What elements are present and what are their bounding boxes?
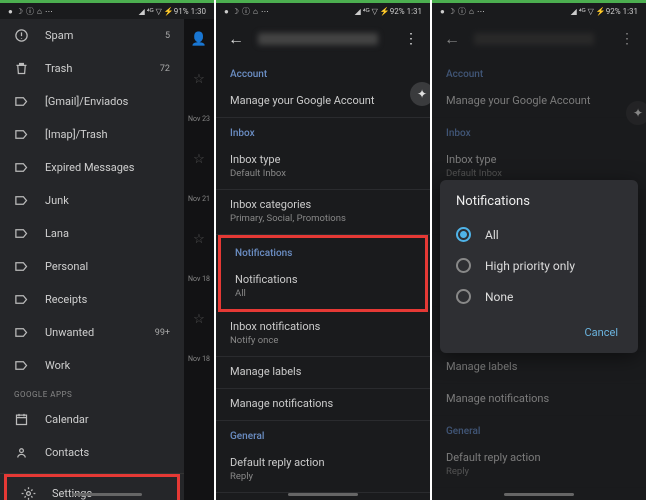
home-indicator[interactable] bbox=[504, 493, 574, 496]
label-icon bbox=[14, 94, 29, 109]
status-bar: ●☽ⓘ⌂⋯ ◢ ⁴ᴳ ▽ ⚡92% 1:31 bbox=[432, 3, 646, 19]
screen-dialog: ●☽ⓘ⌂⋯ ◢ ⁴ᴳ ▽ ⚡92% 1:31 ←⋮ ✦ Account Mana… bbox=[432, 0, 646, 500]
spam-icon bbox=[14, 28, 29, 43]
drawer-expired[interactable]: Expired Messages bbox=[0, 151, 184, 184]
drawer-label: Spam bbox=[45, 29, 149, 42]
drawer-settings[interactable]: Settings bbox=[7, 477, 177, 500]
status-bar: ●☽ⓘ⌂⋯ ◢ ⁴ᴳ ▽ ⚡91% 1:30 bbox=[0, 3, 214, 19]
drawer-personal[interactable]: Personal bbox=[0, 250, 184, 283]
section-general: General bbox=[216, 421, 430, 448]
screen-settings: ●☽ⓘ⌂⋯ ◢ ⁴ᴳ ▽ ⚡92% 1:31 ← ⋮ ✦ Account Man… bbox=[216, 0, 430, 500]
manage-account[interactable]: Manage your Google Account bbox=[216, 86, 430, 118]
option-all[interactable]: All bbox=[456, 219, 622, 250]
drawer-unwanted[interactable]: Unwanted99+ bbox=[0, 316, 184, 349]
section-inbox: Inbox bbox=[216, 118, 430, 145]
drawer-lana[interactable]: Lana bbox=[0, 217, 184, 250]
radio-icon bbox=[456, 227, 471, 242]
dialog-title: Notifications bbox=[456, 194, 622, 209]
account-avatar[interactable]: ✦ bbox=[410, 82, 430, 106]
account-email-blurred bbox=[258, 33, 378, 45]
notifications-item[interactable]: NotificationsAll bbox=[221, 265, 425, 309]
label-icon bbox=[14, 226, 29, 241]
drawer-work[interactable]: Work bbox=[0, 349, 184, 382]
section-notifications: Notifications bbox=[221, 238, 425, 265]
manage-labels[interactable]: Manage labels bbox=[216, 357, 430, 389]
drawer-imap-trash[interactable]: [Imap]/Trash bbox=[0, 118, 184, 151]
drawer-contacts[interactable]: Contacts bbox=[0, 436, 184, 469]
google-apps-header: GOOGLE APPS bbox=[0, 382, 184, 403]
trash-icon bbox=[14, 61, 29, 76]
label-icon bbox=[14, 292, 29, 307]
inbox-peek: 👤 ☆ Nov 23 ☆ Nov 21 ☆ Nov 18 ☆ Nov 18 bbox=[184, 19, 214, 500]
label-icon bbox=[14, 160, 29, 175]
section-account: Account bbox=[216, 59, 430, 86]
drawer-junk[interactable]: Junk bbox=[0, 184, 184, 217]
screen-drawer: ●☽ⓘ⌂⋯ ◢ ⁴ᴳ ▽ ⚡91% 1:30 👤 ☆ Nov 23 ☆ Nov … bbox=[0, 0, 214, 500]
label-icon bbox=[14, 259, 29, 274]
radio-icon bbox=[456, 258, 471, 273]
status-bar: ●☽ⓘ⌂⋯ ◢ ⁴ᴳ ▽ ⚡92% 1:31 bbox=[216, 3, 430, 19]
settings-highlight: Settings bbox=[4, 474, 180, 500]
drawer-count: 5 bbox=[165, 31, 170, 41]
manage-notifications[interactable]: Manage notifications bbox=[216, 389, 430, 421]
label-icon bbox=[14, 193, 29, 208]
home-indicator[interactable] bbox=[288, 493, 358, 496]
notifications-dialog: Notifications All High priority only Non… bbox=[440, 180, 638, 353]
inbox-notifications[interactable]: Inbox notificationsNotify once bbox=[216, 312, 430, 357]
drawer-gmail-enviados[interactable]: [Gmail]/Enviados bbox=[0, 85, 184, 118]
option-none[interactable]: None bbox=[456, 281, 622, 312]
default-reply[interactable]: Default reply actionReply bbox=[216, 448, 430, 493]
calendar-icon bbox=[14, 412, 29, 427]
option-high-priority[interactable]: High priority only bbox=[456, 250, 622, 281]
gear-icon bbox=[21, 486, 36, 500]
label-icon bbox=[14, 127, 29, 142]
back-icon[interactable]: ← bbox=[228, 29, 244, 49]
contacts-icon bbox=[14, 445, 29, 460]
drawer-receipts[interactable]: Receipts bbox=[0, 283, 184, 316]
appbar: ← ⋮ bbox=[216, 19, 430, 59]
drawer-trash[interactable]: Trash72 bbox=[0, 52, 184, 85]
label-icon bbox=[14, 358, 29, 373]
drawer-calendar[interactable]: Calendar bbox=[0, 403, 184, 436]
inbox-type[interactable]: Inbox typeDefault Inbox bbox=[216, 145, 430, 190]
label-icon bbox=[14, 325, 29, 340]
cancel-button[interactable]: Cancel bbox=[581, 320, 622, 345]
inbox-categories[interactable]: Inbox categoriesPrimary, Social, Promoti… bbox=[216, 190, 430, 235]
nav-drawer: Spam 5 Trash72 [Gmail]/Enviados [Imap]/Tr… bbox=[0, 19, 184, 500]
home-indicator[interactable] bbox=[72, 493, 142, 496]
notifications-highlight: Notifications NotificationsAll bbox=[218, 235, 428, 312]
drawer-spam[interactable]: Spam 5 bbox=[0, 19, 184, 52]
radio-icon bbox=[456, 289, 471, 304]
overflow-icon[interactable]: ⋮ bbox=[404, 31, 418, 47]
